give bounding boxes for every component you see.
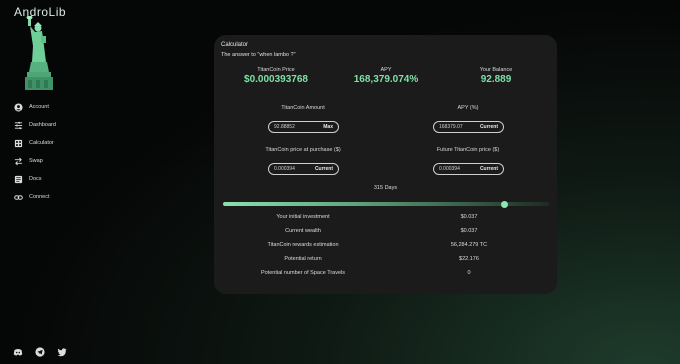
sidebar-item-label: Calculator [29,140,54,146]
result-label: TitanCoin rewards estimation [267,242,339,248]
apy-field[interactable]: 168379.07 Current [433,121,504,133]
result-value: $0.037 [460,214,478,220]
sidebar-item-connect[interactable]: Connect [14,188,56,206]
future-current-button[interactable]: Current [480,166,498,172]
apy-value: 168,379.074% [353,74,419,85]
account-icon [14,102,23,112]
discord-icon[interactable] [13,347,23,357]
sidebar-item-docs[interactable]: Docs [14,170,56,188]
result-label: Potential return [284,256,322,262]
result-label: Current wealth [285,228,321,234]
amount-input[interactable]: 92.88852 [274,124,295,130]
max-button[interactable]: Max [323,124,333,130]
apy-stat: APY 168,379.074% [341,67,431,85]
balance-label: Your Balance [479,67,513,73]
amount-field[interactable]: 92.88852 Max [268,121,339,133]
apy-input[interactable]: 168379.07 [439,124,463,130]
link-icon [14,194,23,200]
result-value: $22.176 [459,256,479,262]
apy-label: APY [380,67,392,73]
docs-icon [14,175,23,183]
twitter-icon[interactable] [57,347,67,357]
telegram-icon[interactable] [35,347,45,357]
price-stat: TitanCoin Price $0.000393768 [231,67,321,85]
purchase-current-button[interactable]: Current [315,166,333,172]
sidebar-nav: Account Dashboard Calculator Swap Docs C… [14,98,56,206]
statue-of-liberty-logo [25,16,53,90]
sidebar-item-label: Swap [29,158,43,164]
price-label: TitanCoin Price [257,67,295,73]
social-links [13,347,67,357]
purchase-price-label: TitanCoin price at purchase ($) [265,147,341,153]
future-price-label: Future TitanCoin price ($) [436,147,500,153]
calculator-card: Calculator The answer to "when lambo ?" … [214,35,557,294]
amount-label: TitanCoin Amount [281,105,325,111]
apy-field-label: APY (%) [457,105,479,111]
result-value: 0 [467,270,471,276]
calculator-icon [14,139,23,147]
days-slider-thumb[interactable] [501,201,509,208]
result-value: 56,284.279 TC [450,242,488,248]
sidebar-item-label: Docs [29,176,42,182]
apy-current-button[interactable]: Current [480,124,498,130]
purchase-price-field[interactable]: 0.000394 Current [268,163,339,175]
result-label: Potential number of Space Travels [260,270,346,276]
sidebar-item-dashboard[interactable]: Dashboard [14,116,56,134]
sidebar-item-label: Connect [29,194,50,200]
sidebar-item-swap[interactable]: Swap [14,152,56,170]
result-value: $0.037 [460,228,478,234]
sidebar-item-calculator[interactable]: Calculator [14,134,56,152]
swap-arrows-icon [14,157,23,165]
balance-stat: Your Balance 92.889 [451,67,541,85]
future-price-field[interactable]: 0.000394 Current [433,163,504,175]
purchase-price-input[interactable]: 0.000394 [274,166,295,172]
days-slider-track[interactable] [223,202,549,206]
sidebar-item-label: Dashboard [29,122,56,128]
card-title: Calculator [221,42,249,48]
dashboard-sliders-icon [14,121,23,129]
balance-value: 92.889 [480,74,512,85]
sidebar-item-account[interactable]: Account [14,98,56,116]
card-subtitle: The answer to "when lambo ?" [221,52,296,58]
result-label: Your initial investment [276,214,330,220]
days-label: 315 Days [373,185,398,191]
future-price-input[interactable]: 0.000394 [439,166,460,172]
price-value: $0.000393768 [244,74,308,85]
sidebar-item-label: Account [29,104,49,110]
